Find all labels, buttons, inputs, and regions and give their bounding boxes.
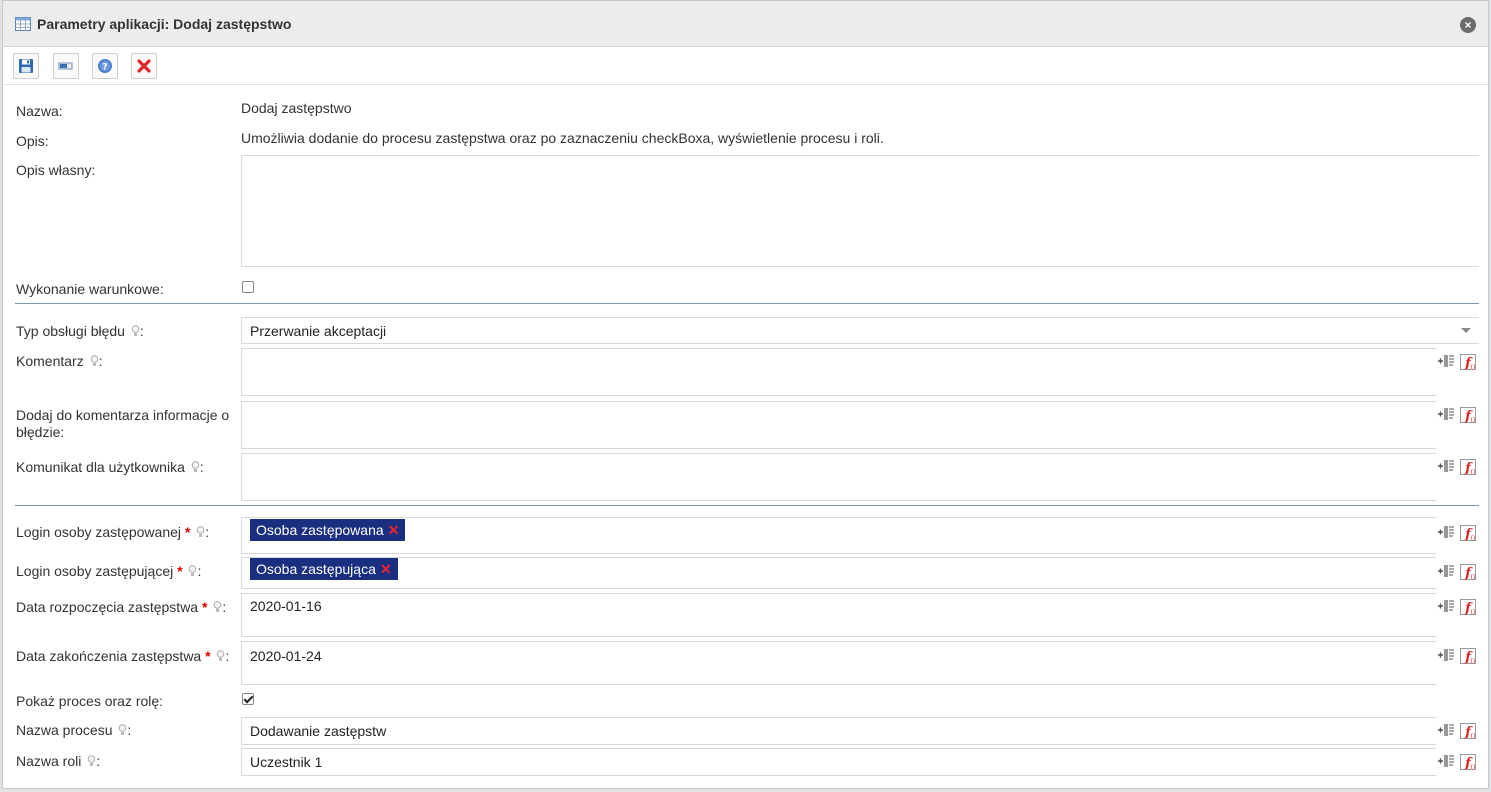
login-zastepowanej-input[interactable]: Osoba zastępowana ✕	[241, 517, 1436, 554]
save-icon	[19, 59, 33, 73]
help-button[interactable]: ?	[92, 53, 118, 79]
lightbulb-icon	[90, 355, 98, 366]
nazwa-label: Nazwa:	[16, 103, 63, 119]
data-rozpoczecia-label: Data rozpoczęcia zastępstwa * :	[16, 599, 227, 615]
opis-wlasny-label: Opis własny:	[16, 162, 96, 178]
function-icon[interactable]: f()	[1459, 563, 1477, 581]
title-bar: Parametry aplikacji: Dodaj zastępstwo ×	[3, 1, 1488, 47]
typ-bledu-select[interactable]: Przerwanie akceptacji	[241, 317, 1479, 344]
komentarz-actions: f()	[1437, 353, 1481, 373]
insert-variable-icon[interactable]	[1437, 406, 1455, 422]
separator	[15, 303, 1479, 304]
data-rozpoczecia-actions: f()	[1437, 598, 1481, 618]
selected-user-tag: Osoba zastępująca ✕	[250, 558, 398, 580]
nazwa-roli-label: Nazwa roli :	[16, 753, 101, 769]
chevron-down-icon	[1461, 328, 1471, 333]
save-button[interactable]	[13, 53, 39, 79]
remove-tag-icon[interactable]: ✕	[388, 522, 400, 538]
login-zastepujacej-actions: f()	[1437, 563, 1481, 583]
login-zastepujacej-label: Login osoby zastępującej * :	[16, 563, 202, 579]
opis-label: Opis:	[16, 133, 49, 149]
insert-variable-icon[interactable]	[1437, 353, 1455, 369]
svg-text:(): ()	[1471, 364, 1476, 371]
dodaj-info-label: Dodaj do komentarza informacje o błędzie…	[16, 407, 230, 440]
data-zakonczenia-actions: f()	[1437, 647, 1481, 667]
toolbar: ?	[3, 47, 1488, 85]
lightbulb-icon	[214, 601, 222, 612]
insert-variable-icon[interactable]	[1437, 458, 1455, 474]
dodaj-info-input[interactable]	[241, 401, 1436, 449]
insert-variable-icon[interactable]	[1437, 524, 1455, 540]
svg-text:?: ?	[102, 63, 107, 73]
nazwa-procesu-label: Nazwa procesu :	[16, 722, 132, 738]
svg-text:(): ()	[1471, 417, 1476, 424]
opis-value: Umożliwia dodanie do procesu zastępstwa …	[241, 130, 884, 146]
svg-text:(): ()	[1471, 469, 1476, 476]
svg-text:(): ()	[1471, 574, 1476, 581]
remove-tag-icon[interactable]: ✕	[380, 561, 392, 577]
data-zakonczenia-label: Data zakończenia zastępstwa * :	[16, 648, 230, 664]
komentarz-label: Komentarz :	[16, 353, 103, 369]
typ-bledu-label: Typ obsługi błędu :	[16, 323, 144, 339]
komentarz-input[interactable]	[241, 348, 1436, 396]
help-icon: ?	[98, 59, 112, 73]
function-icon[interactable]: f()	[1459, 406, 1477, 424]
dodaj-info-actions: f()	[1437, 406, 1481, 426]
komunikat-input[interactable]	[241, 453, 1436, 501]
data-rozpoczecia-input[interactable]: 2020-01-16	[241, 593, 1436, 637]
pokaz-checkbox[interactable]	[242, 693, 254, 705]
function-icon[interactable]: f()	[1459, 722, 1477, 740]
nazwa-value: Dodaj zastępstwo	[241, 100, 352, 116]
insert-variable-icon[interactable]	[1437, 598, 1455, 614]
insert-variable-icon[interactable]	[1437, 722, 1455, 738]
window-icon	[58, 62, 73, 70]
wykonanie-label: Wykonanie warunkowe:	[16, 281, 164, 297]
lightbulb-icon	[87, 755, 96, 766]
function-icon[interactable]: f()	[1459, 353, 1477, 371]
function-icon[interactable]: f()	[1459, 598, 1477, 616]
window-button[interactable]	[53, 53, 79, 79]
function-icon[interactable]: f()	[1459, 647, 1477, 665]
svg-text:(): ()	[1471, 733, 1476, 740]
svg-text:(): ()	[1471, 764, 1476, 771]
close-icon[interactable]: ×	[1460, 17, 1476, 33]
nazwa-roli-input[interactable]: Uczestnik 1	[241, 748, 1436, 776]
svg-text:(): ()	[1471, 535, 1476, 542]
svg-text:(): ()	[1471, 609, 1476, 616]
komunikat-label: Komunikat dla użytkownika :	[16, 459, 204, 475]
nazwa-roli-actions: f()	[1437, 753, 1481, 773]
lightbulb-icon	[196, 526, 205, 537]
login-zastepowanej-actions: f()	[1437, 524, 1481, 544]
data-zakonczenia-input[interactable]: 2020-01-24	[241, 641, 1436, 685]
function-icon[interactable]: f()	[1459, 524, 1477, 542]
nazwa-procesu-input[interactable]: Dodawanie zastępstw	[241, 717, 1436, 745]
insert-variable-icon[interactable]	[1437, 647, 1455, 663]
cancel-button[interactable]	[131, 53, 157, 79]
selected-user-tag: Osoba zastępowana ✕	[250, 519, 406, 541]
close-red-icon	[137, 59, 151, 73]
nazwa-procesu-actions: f()	[1437, 722, 1481, 742]
separator	[15, 505, 1479, 506]
login-zastepowanej-label: Login osoby zastępowanej * :	[16, 524, 210, 540]
wykonanie-checkbox[interactable]	[242, 281, 254, 293]
dialog-title: Parametry aplikacji: Dodaj zastępstwo	[37, 16, 292, 32]
dialog-window: Parametry aplikacji: Dodaj zastępstwo × …	[2, 0, 1489, 789]
insert-variable-icon[interactable]	[1437, 753, 1455, 769]
pokaz-label: Pokaż proces oraz rolę:	[16, 693, 164, 709]
table-icon	[15, 17, 31, 34]
function-icon[interactable]: f()	[1459, 753, 1477, 771]
function-icon[interactable]: f()	[1459, 458, 1477, 476]
lightbulb-icon	[191, 461, 200, 472]
insert-variable-icon[interactable]	[1437, 563, 1455, 579]
komunikat-actions: f()	[1437, 458, 1481, 478]
svg-text:(): ()	[1471, 658, 1476, 665]
lightbulb-icon	[131, 325, 140, 336]
opis-wlasny-textarea[interactable]	[241, 155, 1479, 267]
login-zastepujacej-input[interactable]: Osoba zastępująca ✕	[241, 557, 1436, 589]
